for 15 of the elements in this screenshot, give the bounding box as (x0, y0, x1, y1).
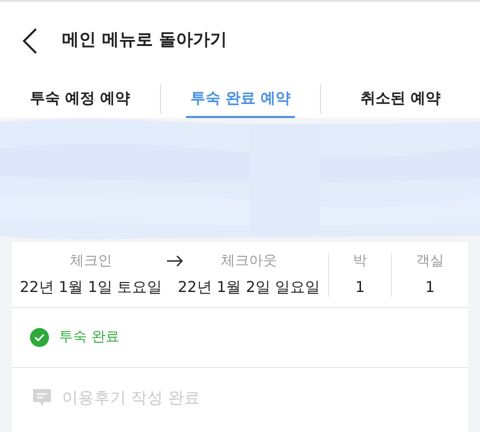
tab[interactable]: 취소된 예약 (356, 80, 445, 118)
rooms-value: 1 (425, 276, 435, 298)
checkout-date: 22년 1월 2일 일요일 (178, 276, 320, 298)
status-label: 투숙 완료 (59, 328, 120, 347)
arrow-icon (166, 254, 184, 267)
checkout-label: 체크아웃 (221, 252, 277, 271)
nights-label: 박 (353, 252, 367, 271)
tab[interactable]: 투숙 예정 예약 (26, 80, 134, 118)
back-icon (22, 28, 38, 54)
checkin-label: 체크인 (70, 252, 112, 271)
comment-icon (32, 388, 52, 408)
checkin-date: 22년 1월 1일 토요일 (20, 276, 162, 298)
rooms-label: 객실 (416, 252, 444, 271)
nights-value: 1 (355, 276, 365, 298)
page-title: 메인 메뉴로 돌아가기 (62, 29, 227, 52)
